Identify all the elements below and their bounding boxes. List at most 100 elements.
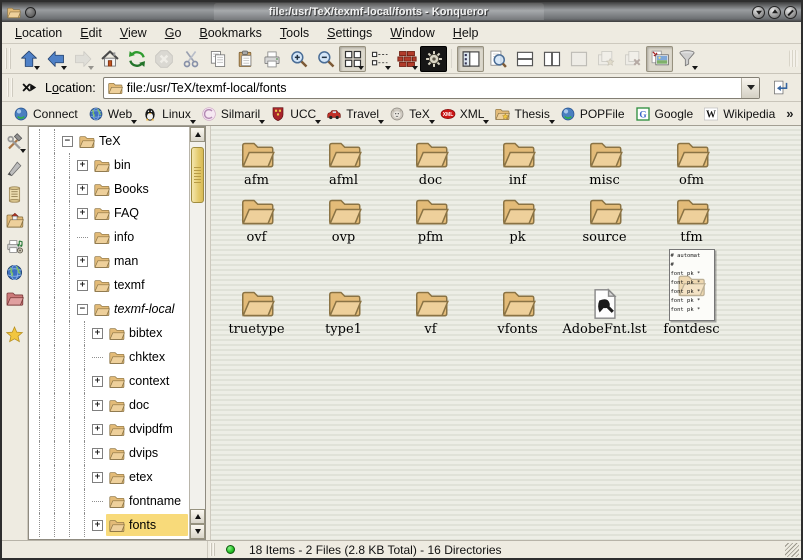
statusbar-handle[interactable] bbox=[210, 543, 216, 556]
resize-grip-icon[interactable] bbox=[785, 543, 799, 557]
tree-expander-expand[interactable]: + bbox=[92, 520, 103, 531]
tree-item-content[interactable]: Books bbox=[91, 178, 188, 200]
icon-view[interactable]: afmafmldocinfmiscofmovfovppfmpksourcetfm… bbox=[211, 126, 801, 540]
menu-settings[interactable]: Settings bbox=[318, 24, 381, 42]
print-button[interactable] bbox=[258, 46, 285, 72]
menu-location[interactable]: Location bbox=[6, 24, 71, 42]
find-file-button[interactable] bbox=[484, 46, 511, 72]
tree-item-dvipdfm[interactable]: +dvipdfm bbox=[32, 417, 205, 441]
tree-item-content[interactable]: chktex bbox=[106, 346, 188, 368]
tree-item-content[interactable]: etex bbox=[106, 466, 188, 488]
grid-item-pfm[interactable]: pfm bbox=[387, 193, 474, 245]
tree-expander-expand[interactable]: + bbox=[92, 424, 103, 435]
grid-item-afml[interactable]: afml bbox=[300, 136, 387, 188]
grid-item-doc[interactable]: doc bbox=[387, 136, 474, 188]
grid-item-vf[interactable]: vf bbox=[387, 285, 474, 337]
paste-button[interactable] bbox=[231, 46, 258, 72]
menu-tools[interactable]: Tools bbox=[271, 24, 318, 42]
tree-scrollbar[interactable] bbox=[189, 127, 205, 539]
sidebar-tab-marker[interactable] bbox=[3, 155, 27, 181]
grid-item-misc[interactable]: misc bbox=[561, 136, 648, 188]
titlebar[interactable]: file:/usr/TeX/texmf-local/fonts - Konque… bbox=[2, 2, 801, 22]
sidebar-tab-history[interactable] bbox=[3, 181, 27, 207]
view-mode-button[interactable] bbox=[393, 46, 420, 72]
grid-item-vfonts[interactable]: vfonts bbox=[474, 285, 561, 337]
location-combobox[interactable] bbox=[103, 77, 760, 99]
tree-item-faq[interactable]: +FAQ bbox=[32, 201, 205, 225]
up-button[interactable] bbox=[15, 46, 42, 72]
detail-view-button[interactable] bbox=[366, 46, 393, 72]
grid-item-type1[interactable]: type1 bbox=[300, 285, 387, 337]
grid-item-fontdesc[interactable]: # automat#font pk *font pk *font pk *fon… bbox=[648, 249, 735, 337]
image-preview-button[interactable] bbox=[646, 46, 673, 72]
tree-item-tex[interactable]: −TeX bbox=[32, 129, 205, 153]
bookmark-google[interactable]: GGoogle bbox=[630, 104, 699, 124]
cut-button[interactable] bbox=[177, 46, 204, 72]
tree-item-bibtex[interactable]: +bibtex bbox=[32, 321, 205, 345]
tree-item-books[interactable]: +Books bbox=[32, 177, 205, 201]
filter-button[interactable] bbox=[673, 46, 700, 72]
location-input[interactable] bbox=[123, 81, 741, 95]
split-top-bottom-button[interactable] bbox=[511, 46, 538, 72]
maximize-button[interactable] bbox=[768, 6, 781, 19]
location-dropdown-button[interactable] bbox=[741, 78, 759, 98]
tree-item-bin[interactable]: +bin bbox=[32, 153, 205, 177]
tree-expander-expand[interactable]: + bbox=[77, 184, 88, 195]
locationbar-handle[interactable] bbox=[7, 78, 14, 97]
bookmark-connect[interactable]: Connect bbox=[8, 104, 83, 124]
bookmark-linux[interactable]: Linux bbox=[137, 104, 196, 124]
grid-item-ovp[interactable]: ovp bbox=[300, 193, 387, 245]
icon-view-button[interactable] bbox=[339, 46, 366, 72]
tree-expander-expand[interactable]: + bbox=[77, 208, 88, 219]
tree-item-content[interactable]: dvips bbox=[106, 442, 188, 464]
tree-expander-expand[interactable]: + bbox=[77, 280, 88, 291]
zoom-out-button[interactable] bbox=[312, 46, 339, 72]
tree-item-content[interactable]: TeX bbox=[76, 130, 188, 152]
tree-expander-collapse[interactable]: − bbox=[62, 136, 73, 147]
sidebar-tab-bookmarks[interactable] bbox=[3, 321, 27, 347]
bookmark-tex[interactable]: TeX bbox=[384, 104, 435, 124]
menu-bookmarks[interactable]: Bookmarks bbox=[190, 24, 271, 42]
grid-item-adobefnt-lst[interactable]: AdobeFnt.lst bbox=[561, 287, 648, 337]
menu-view[interactable]: View bbox=[111, 24, 156, 42]
tree-item-content[interactable]: bibtex bbox=[106, 322, 188, 344]
bookmark-web[interactable]: Web bbox=[83, 104, 137, 124]
bookmark-popfile[interactable]: POPFile bbox=[555, 104, 630, 124]
menu-window[interactable]: Window bbox=[381, 24, 443, 42]
tree-item-content[interactable]: man bbox=[91, 250, 188, 272]
scrollbar-thumb[interactable] bbox=[191, 147, 204, 203]
gear-button[interactable] bbox=[420, 46, 447, 72]
tree-item-chktex[interactable]: chktex bbox=[32, 345, 205, 369]
tree-expander-expand[interactable]: + bbox=[77, 256, 88, 267]
show-sidebar-button[interactable] bbox=[457, 46, 484, 72]
bookmark-overflow-chevron[interactable]: » bbox=[780, 106, 799, 121]
sidebar-tab-root-folder[interactable] bbox=[3, 285, 27, 311]
tree-expander-collapse[interactable]: − bbox=[77, 304, 88, 315]
tree-expander-expand[interactable]: + bbox=[92, 376, 103, 387]
go-button[interactable] bbox=[768, 76, 793, 99]
sidebar-tab-network[interactable] bbox=[3, 259, 27, 285]
grid-item-ovf[interactable]: ovf bbox=[213, 193, 300, 245]
tree-item-content[interactable]: texmf bbox=[91, 274, 188, 296]
tree-item-content[interactable]: FAQ bbox=[91, 202, 188, 224]
sidebar-tab-services[interactable] bbox=[3, 233, 27, 259]
menu-go[interactable]: Go bbox=[156, 24, 191, 42]
grid-item-pk[interactable]: pk bbox=[474, 193, 561, 245]
grid-item-ofm[interactable]: ofm bbox=[648, 136, 735, 188]
back-button[interactable] bbox=[42, 46, 69, 72]
menu-help[interactable]: Help bbox=[444, 24, 488, 42]
scroll-up-button[interactable] bbox=[190, 127, 205, 142]
tree-item-fonts[interactable]: +fonts bbox=[32, 513, 205, 537]
tree-item-dvips[interactable]: +dvips bbox=[32, 441, 205, 465]
tree-item-etex[interactable]: +etex bbox=[32, 465, 205, 489]
home-button[interactable] bbox=[96, 46, 123, 72]
bookmark-ucc[interactable]: UCC bbox=[265, 104, 321, 124]
tree-item-content[interactable]: context bbox=[106, 370, 188, 392]
toolbar-handle[interactable] bbox=[5, 48, 12, 69]
minimize-button[interactable] bbox=[752, 6, 765, 19]
tree-item-content[interactable]: doc bbox=[106, 394, 188, 416]
grid-item-source[interactable]: source bbox=[561, 193, 648, 245]
grid-item-afm[interactable]: afm bbox=[213, 136, 300, 188]
tree-expander-expand[interactable]: + bbox=[92, 400, 103, 411]
close-button[interactable] bbox=[784, 6, 797, 19]
